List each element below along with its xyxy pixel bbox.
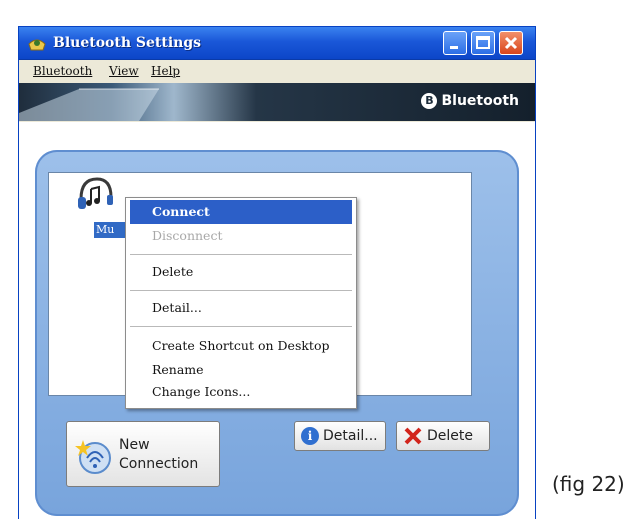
delete-button-label: Delete	[427, 428, 473, 444]
maximize-button[interactable]	[471, 31, 495, 55]
menu-item-rename[interactable]: Rename	[130, 358, 352, 382]
figure-caption: (fig 22)	[552, 472, 625, 496]
menu-separator	[130, 254, 352, 255]
maximize-icon	[476, 36, 490, 49]
menu-separator	[130, 326, 352, 327]
menu-view[interactable]: View	[109, 64, 139, 78]
menu-item-delete[interactable]: Delete	[130, 260, 352, 284]
new-connection-label: New Connection	[119, 436, 198, 474]
menu-help[interactable]: Help	[151, 64, 180, 78]
new-connection-button[interactable]: New Connection	[66, 421, 220, 487]
window-title: Bluetooth Settings	[53, 35, 202, 51]
close-icon	[504, 36, 518, 50]
info-icon: i	[301, 427, 319, 445]
context-menu: Connect Disconnect Delete Detail... Crea…	[125, 197, 357, 409]
menu-bluetooth[interactable]: Bluetooth	[33, 64, 92, 78]
new-connection-label-line1: New	[119, 437, 150, 453]
detail-button-label: Detail...	[323, 428, 378, 444]
bluetooth-logo-text: Bluetooth	[441, 93, 519, 109]
menu-item-create-shortcut[interactable]: Create Shortcut on Desktop	[130, 334, 352, 358]
close-button[interactable]	[499, 31, 523, 55]
headset-icon[interactable]	[75, 175, 115, 215]
minimize-icon	[450, 46, 458, 49]
new-connection-label-line2: Connection	[119, 456, 199, 472]
delete-x-icon	[404, 427, 422, 445]
minimize-button[interactable]	[443, 31, 467, 55]
menu-separator	[130, 290, 352, 291]
menu-bar: Bluetooth View Help	[19, 60, 535, 82]
bluetooth-symbol-icon: B	[421, 93, 438, 109]
menu-item-detail[interactable]: Detail...	[130, 296, 352, 320]
bluetooth-banner: B Bluetooth	[19, 83, 535, 121]
bluetooth-devices-icon	[28, 39, 46, 51]
menu-item-disconnect: Disconnect	[152, 228, 223, 243]
detail-button[interactable]: i Detail...	[294, 421, 386, 451]
menu-item-change-icons[interactable]: Change Icons...	[130, 380, 352, 404]
bluetooth-logo: B Bluetooth	[421, 93, 519, 109]
new-connection-icon	[75, 440, 111, 474]
delete-button[interactable]: Delete	[396, 421, 490, 451]
title-bar[interactable]: Bluetooth Settings	[19, 27, 535, 60]
menu-item-connect[interactable]: Connect	[130, 200, 352, 224]
